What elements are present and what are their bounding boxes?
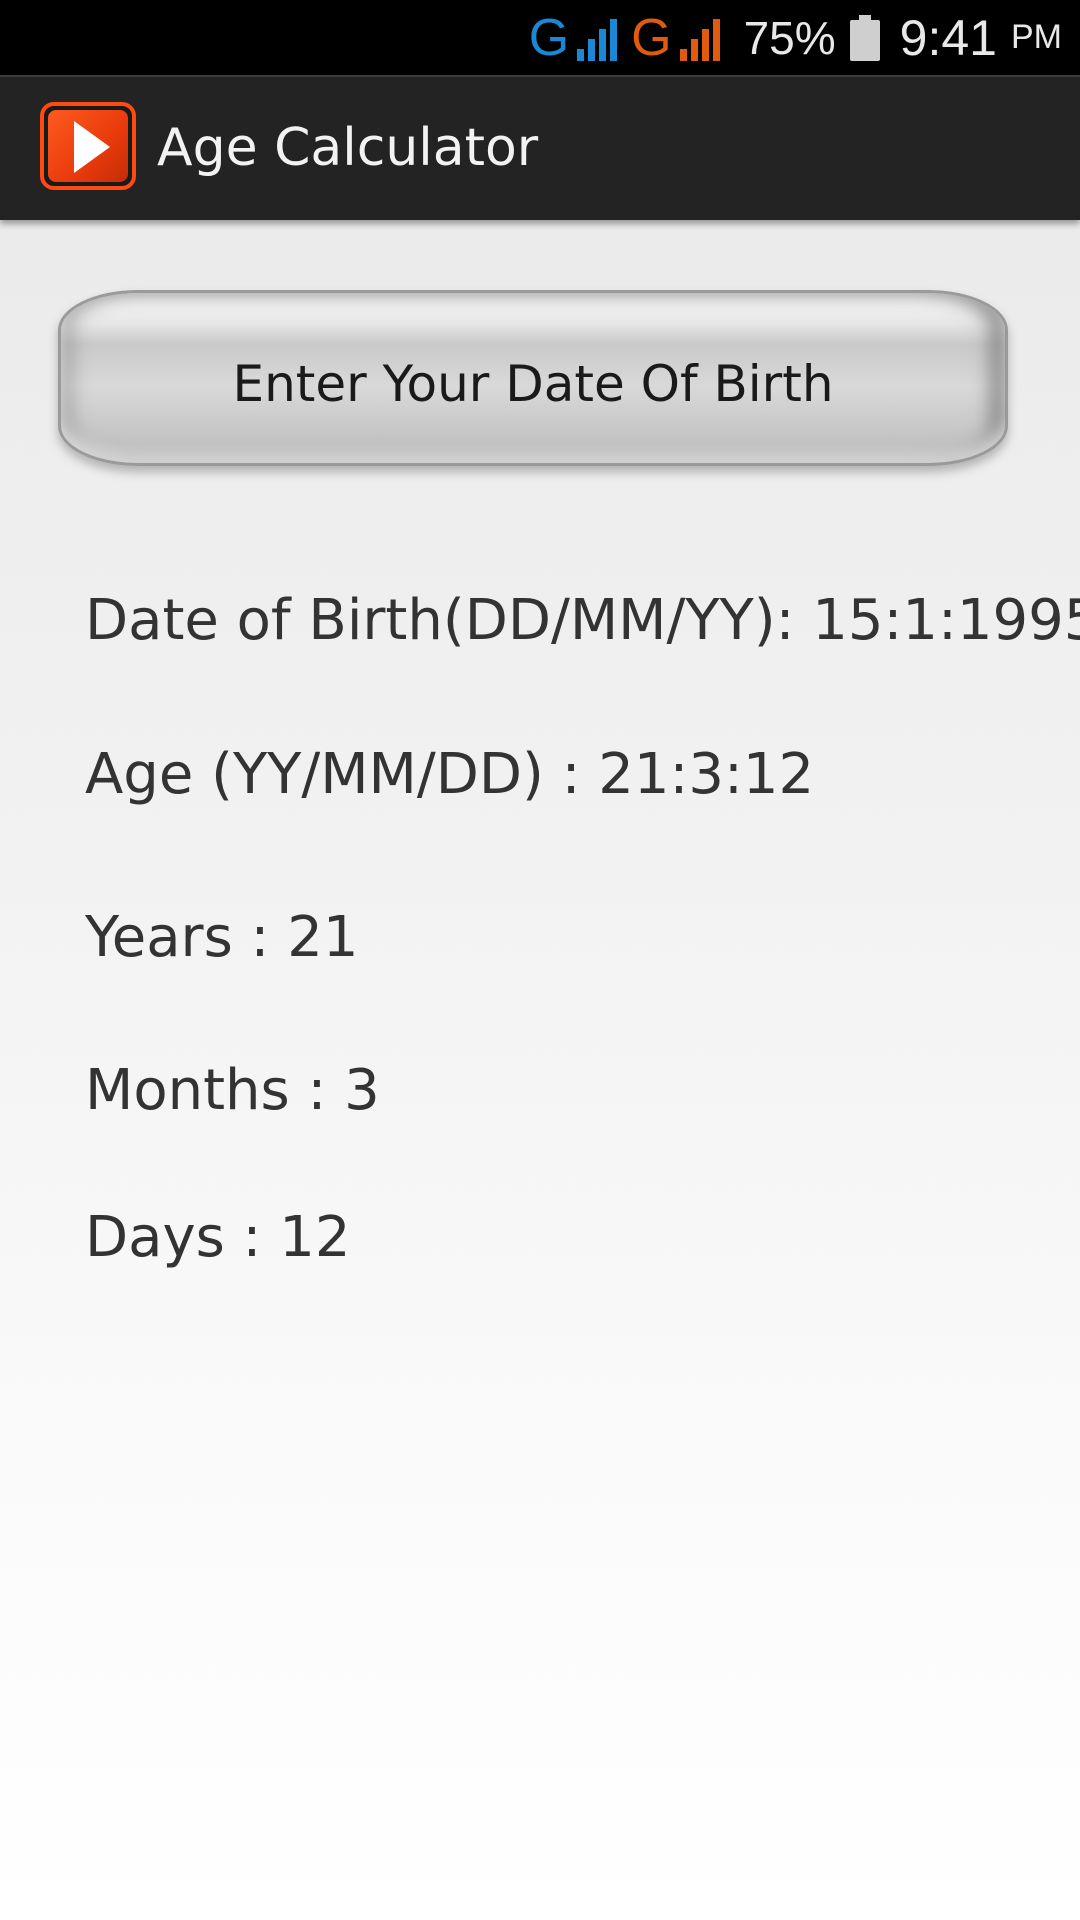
battery-percentage: 75% bbox=[743, 11, 836, 64]
app-icon[interactable] bbox=[40, 102, 136, 190]
app-title: Age Calculator bbox=[157, 118, 539, 178]
button-label: Enter Your Date Of Birth bbox=[232, 355, 834, 413]
signal-icon bbox=[577, 15, 618, 61]
clock-ampm: PM bbox=[1011, 18, 1062, 56]
clock-time: 9:41 bbox=[899, 9, 997, 66]
age-text: Age (YY/MM/DD) : 21:3:12 bbox=[85, 742, 815, 807]
status-bar: G G 75% 9:41 PM bbox=[0, 0, 1080, 75]
date-of-birth-text: Date of Birth(DD/MM/YY): 15:1:1995 bbox=[85, 588, 1080, 653]
days-text: Days : 12 bbox=[85, 1205, 351, 1270]
status-indicators: G G 75% 9:41 PM bbox=[529, 0, 1062, 75]
action-bar: Age Calculator bbox=[0, 75, 1080, 220]
play-icon bbox=[74, 121, 110, 173]
years-text: Years : 21 bbox=[85, 905, 359, 970]
signal-icon bbox=[679, 15, 720, 61]
months-text: Months : 3 bbox=[85, 1058, 380, 1123]
battery-icon bbox=[849, 14, 880, 61]
enter-date-of-birth-button[interactable]: Enter Your Date Of Birth bbox=[58, 290, 1008, 466]
network-type-2: G bbox=[631, 8, 672, 67]
network-type-1: G bbox=[528, 8, 570, 67]
